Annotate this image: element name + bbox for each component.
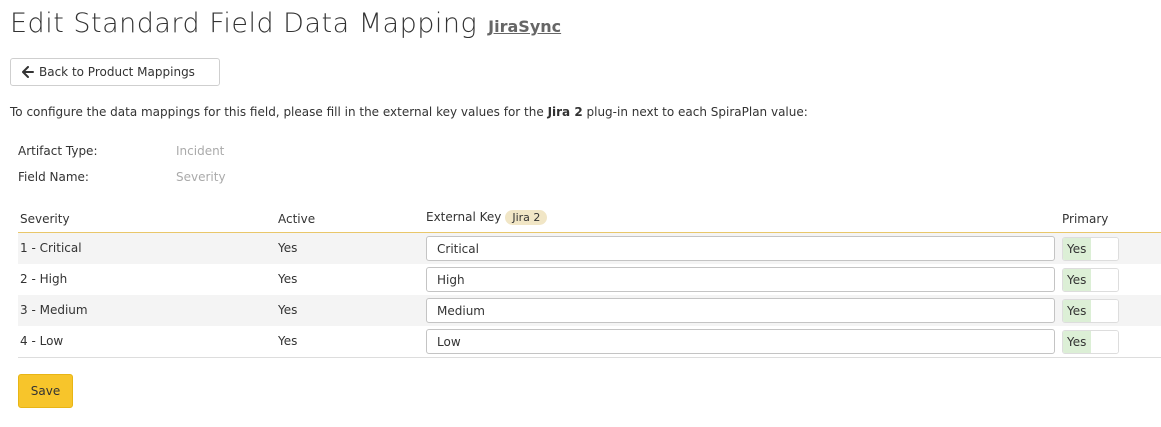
column-header-primary: Primary (1062, 212, 1109, 226)
page: Edit Standard Field Data Mapping JiraSyn… (0, 0, 1161, 427)
primary-toggle-knob (1091, 331, 1118, 353)
primary-toggle-label: Yes (1063, 331, 1091, 353)
intro-text-before: To configure the data mappings for this … (10, 105, 548, 119)
row-active: Yes (278, 272, 298, 286)
grid-header: Severity Active External Key Jira 2 Prima… (18, 205, 1161, 233)
arrow-left-icon (22, 66, 34, 78)
primary-toggle-label: Yes (1063, 300, 1091, 322)
primary-toggle[interactable]: Yes (1062, 237, 1119, 261)
back-button-label: Back to Product Mappings (39, 65, 195, 79)
column-header-severity: Severity (20, 212, 70, 226)
column-header-external-key-label: External Key (426, 210, 502, 224)
artifact-type-value: Incident (176, 144, 225, 158)
row-active: Yes (278, 241, 298, 255)
field-name-value: Severity (176, 170, 226, 184)
row-active: Yes (278, 334, 298, 348)
row-severity: 4 - Low (20, 334, 64, 348)
row-severity: 2 - High (20, 272, 68, 286)
plugin-badge: Jira 2 (505, 210, 548, 225)
primary-toggle[interactable]: Yes (1062, 268, 1119, 292)
title-row: Edit Standard Field Data Mapping JiraSyn… (10, 8, 561, 39)
primary-toggle-label: Yes (1063, 269, 1091, 291)
primary-toggle[interactable]: Yes (1062, 330, 1119, 354)
intro-text: To configure the data mappings for this … (10, 105, 808, 119)
table-row: 2 - High Yes Yes (18, 264, 1161, 295)
external-key-input[interactable] (426, 298, 1055, 323)
primary-toggle-label: Yes (1063, 238, 1091, 260)
back-to-product-mappings-button[interactable]: Back to Product Mappings (10, 58, 220, 86)
external-key-input[interactable] (426, 329, 1055, 354)
row-active: Yes (278, 303, 298, 317)
table-row: 4 - Low Yes Yes (18, 326, 1161, 357)
primary-toggle[interactable]: Yes (1062, 299, 1119, 323)
grid-bottom-border (18, 357, 1161, 358)
external-key-input[interactable] (426, 236, 1055, 261)
table-row: 1 - Critical Yes Yes (18, 233, 1161, 264)
save-button[interactable]: Save (18, 374, 73, 408)
row-severity: 3 - Medium (20, 303, 88, 317)
column-header-external-key: External Key Jira 2 (426, 210, 548, 225)
primary-toggle-knob (1091, 238, 1118, 260)
intro-text-after: plug-in next to each SpiraPlan value: (582, 105, 808, 119)
primary-toggle-knob (1091, 300, 1118, 322)
page-title: Edit Standard Field Data Mapping (10, 8, 478, 39)
primary-toggle-knob (1091, 269, 1118, 291)
row-severity: 1 - Critical (20, 241, 82, 255)
field-name-label: Field Name: (18, 170, 89, 184)
column-header-active: Active (278, 212, 316, 226)
artifact-type-label: Artifact Type: (18, 144, 98, 158)
table-row: 3 - Medium Yes Yes (18, 295, 1161, 326)
plugin-link[interactable]: JiraSync (488, 17, 561, 36)
intro-plugin-name: Jira 2 (547, 105, 583, 119)
external-key-input[interactable] (426, 267, 1055, 292)
